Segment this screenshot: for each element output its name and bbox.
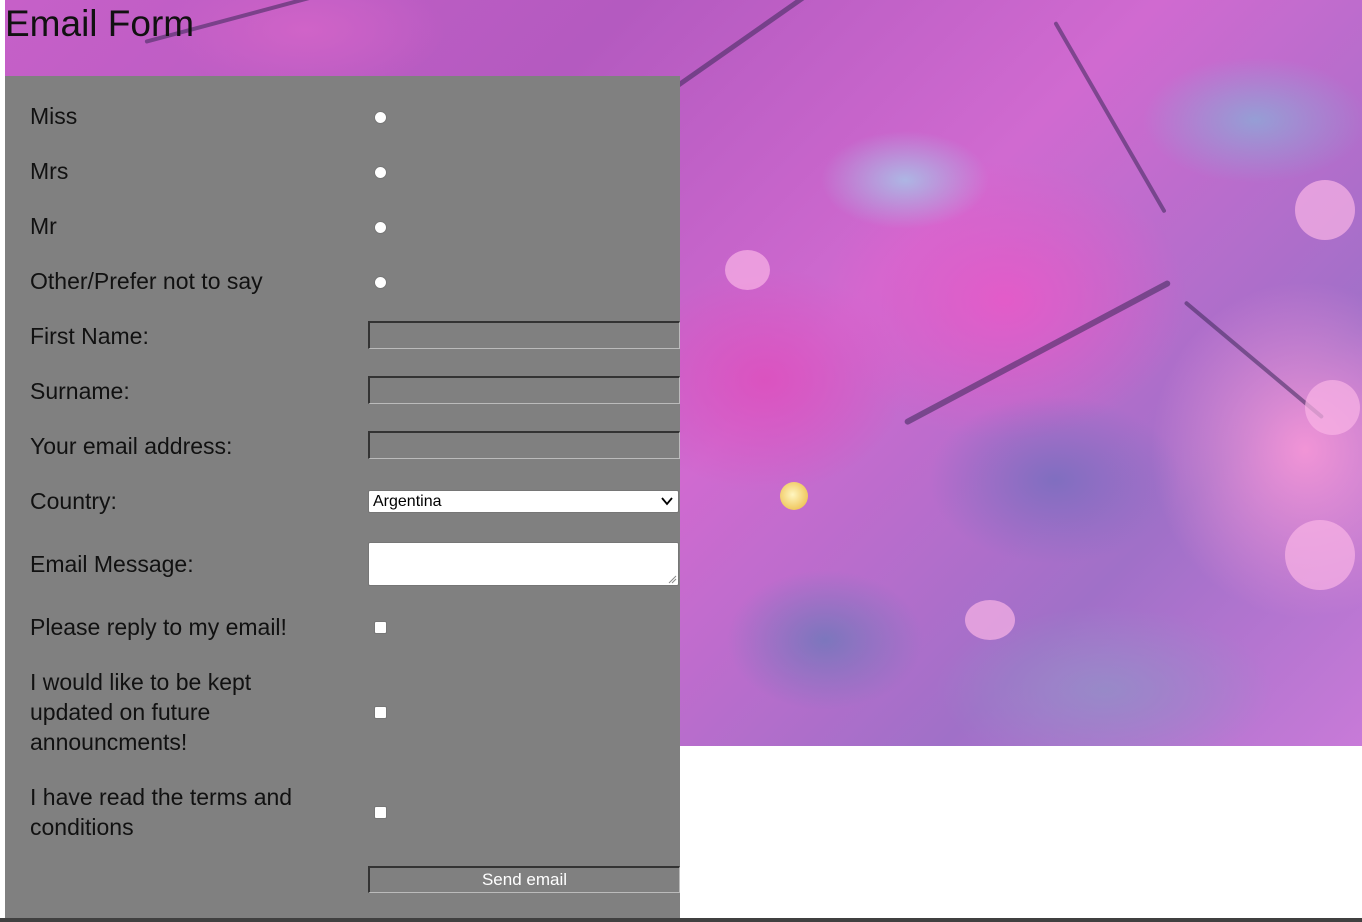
title-option-other-radio[interactable] bbox=[374, 276, 387, 289]
title-option-miss-label: Miss bbox=[30, 103, 78, 129]
blossom bbox=[1295, 180, 1355, 240]
message-label: Email Message: bbox=[30, 551, 194, 577]
country-label: Country: bbox=[30, 488, 117, 514]
title-option-mr-label: Mr bbox=[30, 213, 57, 239]
country-select[interactable]: Argentina bbox=[368, 490, 679, 513]
branch bbox=[903, 279, 1172, 426]
updates-checkbox[interactable] bbox=[374, 706, 387, 719]
message-textarea[interactable] bbox=[368, 542, 679, 586]
bottom-border bbox=[0, 918, 1362, 922]
title-option-mrs-label: Mrs bbox=[30, 158, 69, 184]
first-name-label: First Name: bbox=[30, 323, 149, 349]
page: Email Form Miss Mrs Mr Other/Prefer not … bbox=[0, 0, 1362, 922]
branch bbox=[1053, 21, 1167, 214]
terms-checkbox-label: I have read the terms and conditions bbox=[30, 784, 293, 840]
country-selected-value: Argentina bbox=[373, 493, 442, 510]
email-form: Miss Mrs Mr Other/Prefer not to say Firs… bbox=[5, 76, 680, 918]
title-option-mr-radio[interactable] bbox=[374, 221, 387, 234]
surname-label: Surname: bbox=[30, 378, 130, 404]
title-option-mrs-radio[interactable] bbox=[374, 166, 387, 179]
blossom bbox=[725, 250, 770, 290]
surname-field[interactable] bbox=[368, 376, 680, 404]
send-email-button[interactable]: Send email bbox=[368, 866, 680, 893]
branch bbox=[1183, 300, 1325, 420]
first-name-field[interactable] bbox=[368, 321, 680, 349]
light-orb bbox=[780, 482, 808, 510]
updates-checkbox-label: I would like to be kept updated on futur… bbox=[30, 669, 252, 755]
email-field[interactable] bbox=[368, 431, 680, 459]
blossom bbox=[965, 600, 1015, 640]
reply-checkbox[interactable] bbox=[374, 621, 387, 634]
resize-grip-icon[interactable] bbox=[667, 574, 677, 584]
title-option-other-label: Other/Prefer not to say bbox=[30, 268, 263, 294]
email-label: Your email address: bbox=[30, 433, 233, 459]
reply-checkbox-label: Please reply to my email! bbox=[30, 614, 287, 640]
chevron-down-icon bbox=[661, 497, 673, 506]
title-option-miss-radio[interactable] bbox=[374, 111, 387, 124]
blossom bbox=[1305, 380, 1360, 435]
blossom bbox=[1285, 520, 1355, 590]
terms-checkbox[interactable] bbox=[374, 806, 387, 819]
page-title: Email Form bbox=[5, 3, 195, 44]
